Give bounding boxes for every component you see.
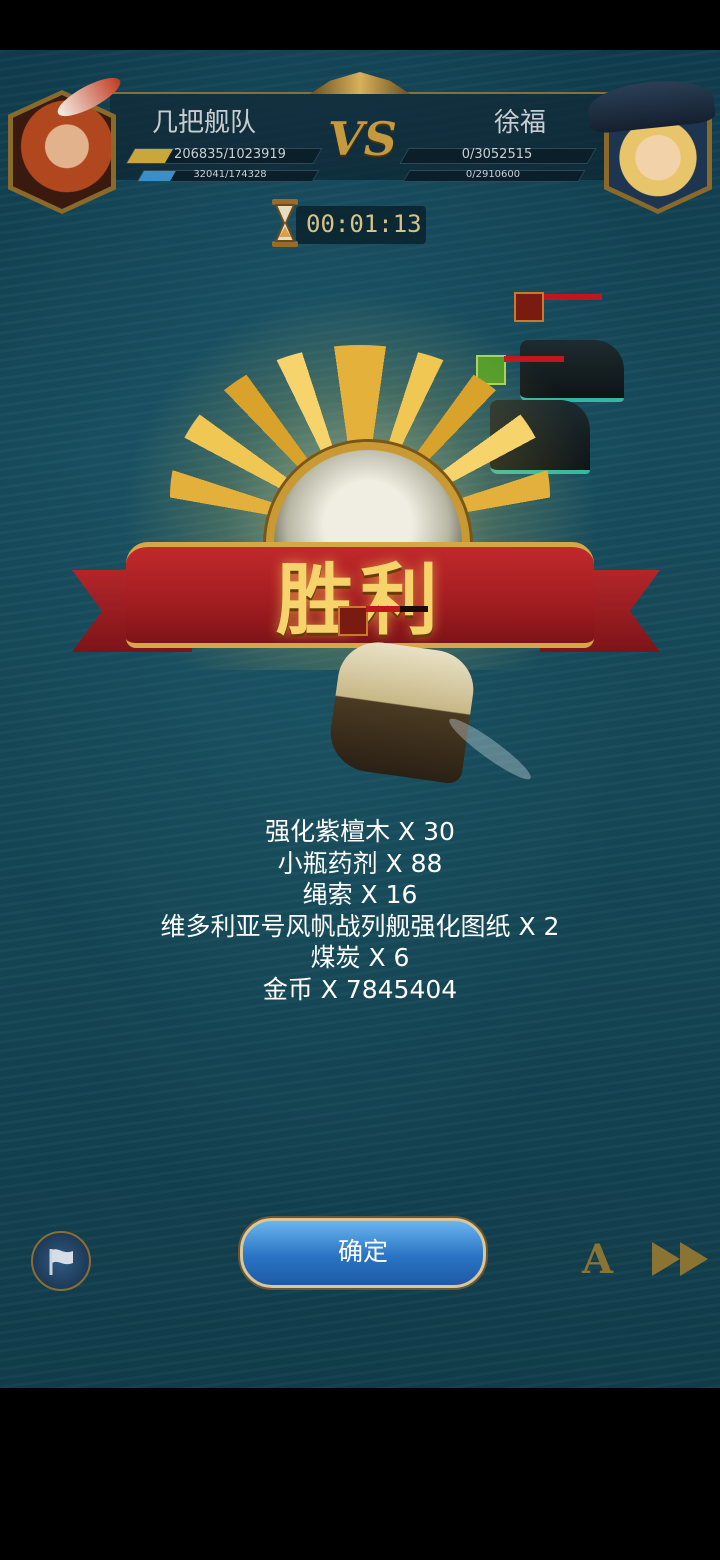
battle-scene: 几把舰队 VS 徐福 206835/1023919 32041/174328 0… bbox=[0, 50, 720, 1388]
confirm-button[interactable]: 确定 bbox=[240, 1218, 486, 1288]
reward-item: 维多利亚号风帆战列舰强化图纸 X 2 bbox=[160, 911, 560, 941]
player-hp-text: 206835/1023919 bbox=[174, 147, 286, 162]
auto-battle-button[interactable]: A bbox=[582, 1236, 613, 1283]
player-mp-text: 32041/174328 bbox=[193, 169, 267, 180]
flag-icon bbox=[49, 1249, 73, 1275]
player-ship-hp-bar bbox=[366, 606, 428, 612]
enemy-team-name: 徐福 bbox=[494, 108, 547, 138]
status-bar bbox=[0, 0, 720, 50]
reward-list: 强化紫檀木 X 30 小瓶药剂 X 88 绳索 X 16 维多利亚号风帆战列舰强… bbox=[0, 816, 720, 1005]
surrender-flag-button[interactable] bbox=[31, 1231, 91, 1291]
header-crest bbox=[310, 72, 410, 94]
navigation-bar-area bbox=[0, 1388, 720, 1560]
reward-item: 煤炭 X 6 bbox=[310, 943, 410, 972]
anchor-icon bbox=[338, 606, 368, 636]
player-team-name: 几把舰队 bbox=[152, 108, 257, 138]
vs-label: VS bbox=[328, 112, 397, 166]
reward-item: 强化紫檀木 X 30 bbox=[265, 817, 455, 846]
reward-item: 金币 X 7845404 bbox=[262, 974, 458, 1004]
enemy-mp-text: 0/2910600 bbox=[465, 169, 521, 180]
reward-item: 小瓶药剂 X 88 bbox=[277, 848, 443, 878]
battle-timer: 00:01:13 bbox=[306, 210, 422, 238]
hourglass-icon bbox=[272, 199, 298, 247]
player-ship bbox=[325, 637, 479, 785]
reward-item: 绳索 X 16 bbox=[302, 880, 418, 909]
fast-forward-icon[interactable] bbox=[650, 1240, 712, 1278]
enemy-hp-text: 0/3052515 bbox=[461, 147, 533, 162]
